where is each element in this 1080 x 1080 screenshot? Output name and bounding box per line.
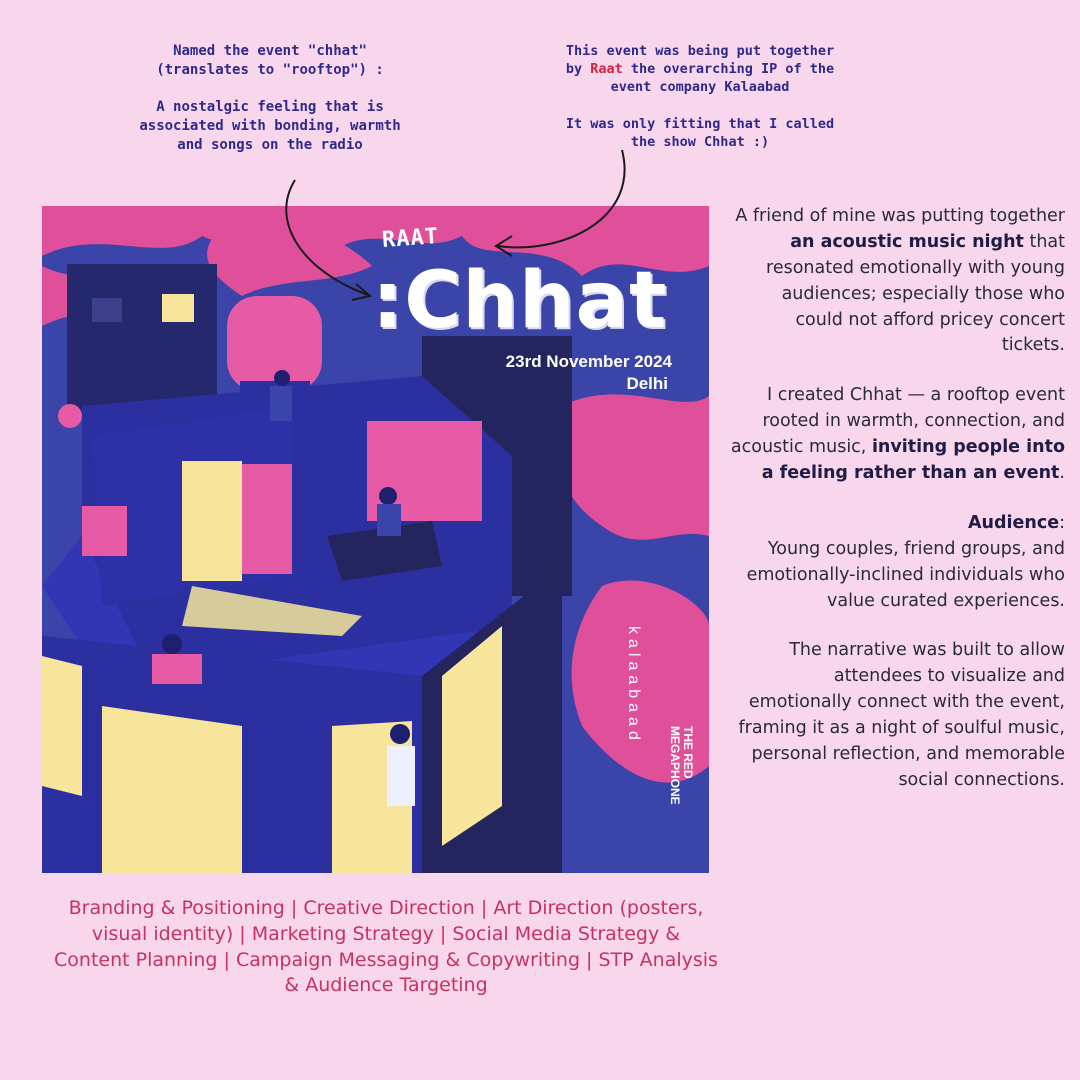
annotation-line: (translates to "rooftop") : [156,61,384,78]
annotation-text: the overarching IP of the [622,61,835,78]
poster-title: :Chhat [372,256,668,346]
annotation-event-name: Named the event "chhat" (translates to "… [110,42,430,154]
annotation-line: by Raat the overarching IP of the [555,60,845,78]
poster-city: Delhi [626,374,668,393]
poster-date: 23rd November 2024 [505,352,672,371]
audience-label: Audience [967,512,1060,533]
poster-brand: RAAT [381,224,440,253]
text: . [1059,463,1065,484]
project-description: A friend of mine was putting together an… [730,204,1065,818]
sponsor-line: THE RED [681,726,695,779]
audience-text: Young couples, friend groups, and emotio… [746,538,1065,611]
annotation-line: Named the event "chhat" [173,43,367,59]
skills-list: Branding & Positioning | Creative Direct… [54,897,718,997]
text: A friend of mine was putting together [735,206,1065,226]
annotation-line: event company Kalaabad [610,79,790,96]
event-poster: RAAT :Chhat 23rd November 2024 Delhi kal… [42,206,709,873]
annotation-event-ip: This event was being put together by Raa… [555,42,845,151]
annotation-line: associated with bonding, warmth [139,117,401,134]
annotation-line: the show Chhat :) [630,133,770,150]
description-paragraph: I created Chhat — a rooftop event rooted… [730,383,1065,487]
text: : [1059,512,1065,533]
raat-highlight: Raat [590,61,623,78]
audience-paragraph: Audience: Young couples, friend groups, a… [730,511,1065,615]
annotation-line: and songs on the radio [177,136,363,153]
annotation-line: A nostalgic feeling that is [156,98,384,115]
description-paragraph: The narrative was built to allow attende… [738,640,1066,790]
description-paragraph: A friend of mine was putting together an… [730,204,1065,359]
emphasis: an acoustic music night [790,231,1024,252]
sponsor-line: MEGAPHONE [667,726,682,805]
annotation-line: This event was being put together [565,43,835,59]
annotation-line: It was only fitting that I called [565,115,835,132]
annotation-text: by [565,61,591,78]
poster-vertical-brand: kalaabaad [625,626,642,745]
sponsor-logo: THE RED MEGAPHONE [667,726,695,846]
